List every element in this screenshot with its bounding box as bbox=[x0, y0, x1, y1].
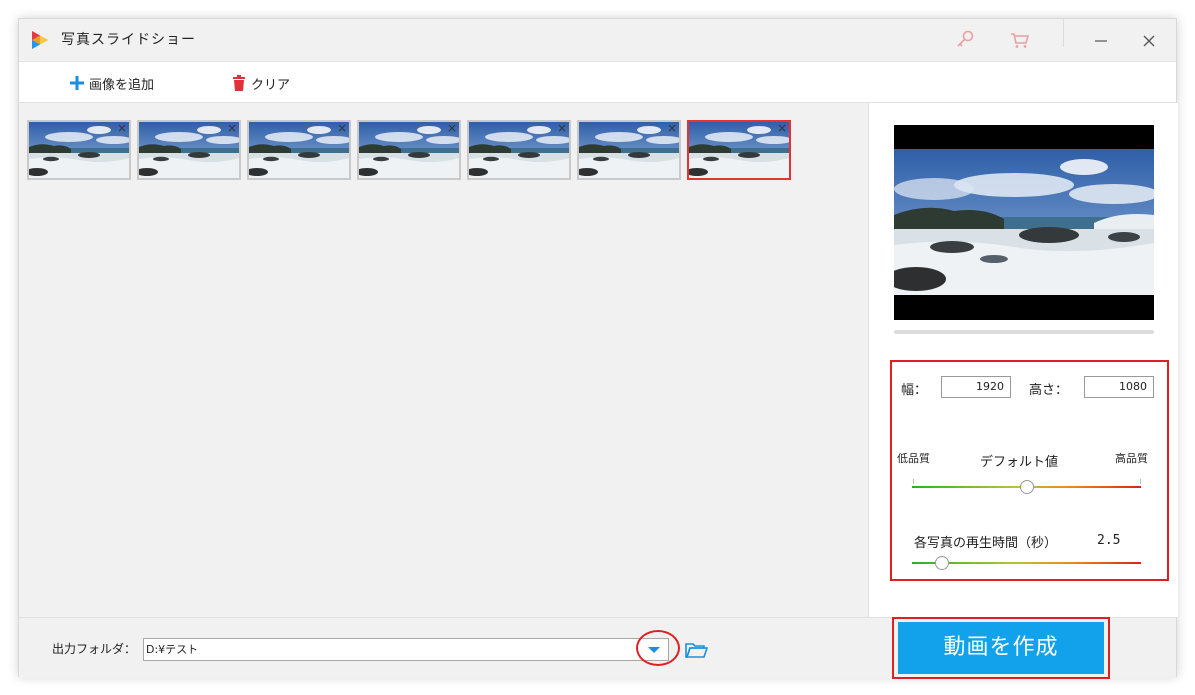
duration-value: 2.5 bbox=[1097, 533, 1121, 548]
bottom-bar: 出力フォルダ： D:¥テスト 動画を作成 bbox=[19, 617, 1176, 679]
image-thumbnail[interactable]: × bbox=[27, 120, 131, 180]
duration-label: 各写真の再生時間（秒） bbox=[914, 536, 1058, 551]
quality-tick-min bbox=[913, 479, 914, 484]
height-input[interactable]: 1080 bbox=[1084, 376, 1154, 398]
height-label: 高さ： bbox=[1029, 383, 1069, 398]
minimize-icon[interactable] bbox=[1088, 27, 1114, 53]
thumbnail-strip: × × × × × × × bbox=[27, 120, 797, 180]
preview-image bbox=[894, 149, 1154, 295]
thumbnail-image bbox=[579, 122, 679, 178]
remove-image-icon[interactable]: × bbox=[117, 122, 127, 134]
app-window: 写真スライドショー 画像を追加 クリア × × × × × × × 幅： 192… bbox=[18, 18, 1178, 679]
output-folder-input[interactable]: D:¥テスト bbox=[143, 638, 669, 661]
image-thumbnail[interactable]: × bbox=[247, 120, 351, 180]
thumbnail-image bbox=[689, 122, 789, 178]
width-input[interactable]: 1920 bbox=[941, 376, 1011, 398]
remove-image-icon[interactable]: × bbox=[337, 122, 347, 134]
image-thumbnail[interactable]: × bbox=[687, 120, 791, 180]
thumbnail-image bbox=[359, 122, 459, 178]
remove-image-icon[interactable]: × bbox=[447, 122, 457, 134]
settings-panel: 幅： 1920 高さ： 1080 低品質 デフォルト値 高品質 各写真の再生時間… bbox=[868, 103, 1178, 617]
output-settings-box: 幅： 1920 高さ： 1080 低品質 デフォルト値 高品質 各写真の再生時間… bbox=[890, 360, 1169, 581]
title-bar: 写真スライドショー bbox=[19, 19, 1176, 61]
clear-button[interactable]: クリア bbox=[231, 72, 290, 94]
quality-slider-knob[interactable] bbox=[1019, 480, 1034, 494]
add-image-label: 画像を追加 bbox=[89, 77, 155, 93]
video-preview bbox=[894, 125, 1154, 320]
create-video-button[interactable]: 動画を作成 bbox=[898, 622, 1104, 674]
clear-label: クリア bbox=[251, 77, 291, 93]
window-title: 写真スライドショー bbox=[61, 32, 196, 48]
image-thumbnail[interactable]: × bbox=[357, 120, 461, 180]
thumbnail-image bbox=[29, 122, 129, 178]
preview-progress-bar[interactable] bbox=[894, 330, 1154, 334]
quality-default-label: デフォルト値 bbox=[980, 455, 1059, 470]
thumbnail-image bbox=[469, 122, 569, 178]
close-icon[interactable] bbox=[1136, 27, 1162, 53]
plus-icon bbox=[70, 76, 84, 90]
quality-high-label: 高品質 bbox=[1115, 452, 1148, 465]
add-image-button[interactable]: 画像を追加 bbox=[69, 72, 154, 94]
trash-icon bbox=[233, 75, 245, 91]
cart-icon[interactable] bbox=[1007, 27, 1033, 53]
remove-image-icon[interactable]: × bbox=[667, 122, 677, 134]
create-video-highlight: 動画を作成 bbox=[892, 617, 1110, 679]
duration-slider-knob[interactable] bbox=[934, 556, 949, 570]
key-icon[interactable] bbox=[952, 27, 978, 53]
app-logo-icon bbox=[32, 31, 48, 49]
quality-tick-max bbox=[1140, 479, 1141, 484]
remove-image-icon[interactable]: × bbox=[557, 122, 567, 134]
image-list-area[interactable]: × × × × × × × bbox=[19, 103, 868, 617]
titlebar-separator bbox=[1063, 19, 1064, 47]
remove-image-icon[interactable]: × bbox=[777, 122, 787, 134]
thumbnail-image bbox=[249, 122, 349, 178]
output-folder-label: 出力フォルダ： bbox=[52, 642, 137, 656]
remove-image-icon[interactable]: × bbox=[227, 122, 237, 134]
quality-low-label: 低品質 bbox=[897, 452, 930, 465]
thumbnail-image bbox=[139, 122, 239, 178]
width-label: 幅： bbox=[901, 383, 928, 398]
image-thumbnail[interactable]: × bbox=[137, 120, 241, 180]
dropdown-highlight bbox=[636, 630, 680, 666]
image-thumbnail[interactable]: × bbox=[577, 120, 681, 180]
image-thumbnail[interactable]: × bbox=[467, 120, 571, 180]
toolbar: 画像を追加 クリア bbox=[19, 61, 1176, 103]
folder-icon[interactable] bbox=[684, 640, 708, 660]
